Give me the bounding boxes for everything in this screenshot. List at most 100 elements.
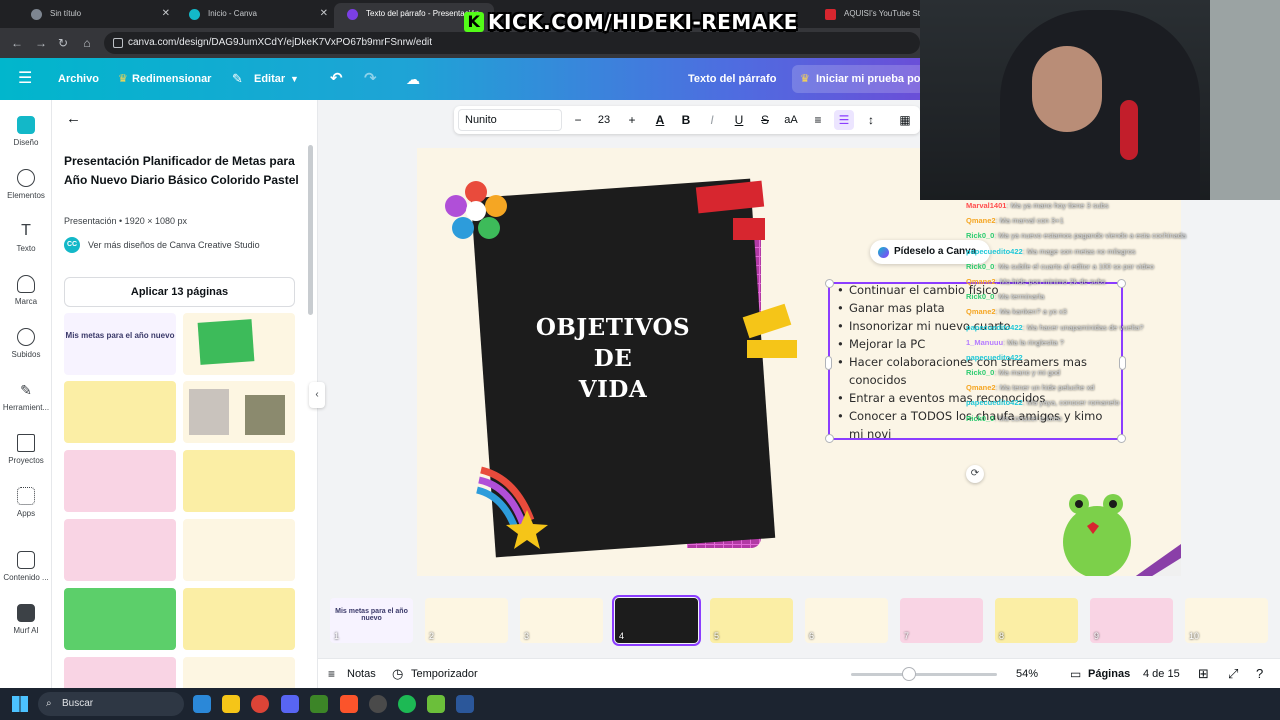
notes-button[interactable]: Notas (347, 659, 376, 689)
strikethrough-icon[interactable]: S (755, 110, 775, 130)
font-selector[interactable]: Nunito (458, 109, 562, 131)
rail-item-text[interactable]: T Texto (0, 222, 52, 268)
edit-menu[interactable]: Editar (254, 58, 285, 100)
chrome-icon[interactable] (251, 695, 269, 713)
template-thumb-1[interactable]: Mis metas para el año nuevo (64, 313, 176, 375)
menu-icon[interactable]: ☰ (18, 58, 32, 100)
spotify-icon[interactable] (398, 695, 416, 713)
slide-title[interactable]: OBJETIVOS DE VIDA (513, 312, 713, 405)
apply-pages-button[interactable]: Aplicar 13 páginas (64, 277, 295, 307)
forward-icon[interactable]: → (32, 34, 50, 52)
bold-icon[interactable]: B (676, 110, 696, 130)
template-thumb-6[interactable] (183, 450, 295, 512)
text-case-icon[interactable]: aA (781, 110, 801, 130)
page-thumbnail-8[interactable]: 8 (995, 598, 1078, 643)
site-info-icon[interactable] (113, 38, 123, 48)
zoom-level[interactable]: 54% (1016, 659, 1038, 689)
taskbar-search[interactable]: ⌕ Buscar (38, 692, 184, 716)
rail-item-elements[interactable]: Elementos (0, 169, 52, 215)
rail-item-uploads[interactable]: Subidos (0, 328, 52, 374)
zoom-slider-knob[interactable] (902, 667, 917, 681)
discord-icon[interactable] (281, 695, 299, 713)
rail-item-tools[interactable]: ✎ Herramient... (0, 381, 52, 427)
minecraft-icon[interactable] (310, 695, 328, 713)
template-thumb-2[interactable] (183, 313, 295, 375)
text-color-icon[interactable]: A (650, 110, 670, 130)
back-icon[interactable]: ← (8, 34, 26, 52)
pages-icon[interactable]: ▭ (1070, 659, 1081, 689)
browser-tab-1[interactable]: Sin título ✕ (18, 3, 178, 28)
rail-item-content[interactable]: Contenido ... (0, 551, 52, 597)
help-icon[interactable]: ? (1256, 659, 1263, 689)
resize-handle[interactable] (825, 356, 832, 370)
italic-icon[interactable]: I (702, 110, 722, 130)
transparency-icon[interactable]: ▦ (895, 110, 915, 130)
cloud-save-icon[interactable]: ☁ (406, 58, 420, 100)
zoom-slider[interactable] (851, 673, 997, 676)
redo-icon[interactable]: ↷ (364, 58, 377, 100)
rail-item-projects[interactable]: Proyectos (0, 434, 52, 480)
template-thumb-7[interactable] (64, 519, 176, 581)
app-icon[interactable] (427, 695, 445, 713)
page-thumbnail-1[interactable]: Mis metas para el año nuevo 1 (330, 598, 413, 643)
template-thumb-9[interactable] (64, 588, 176, 650)
collapse-panel-button[interactable]: ‹ (309, 382, 325, 408)
more-designs-link[interactable]: CC Ver más diseños de Canva Creative Stu… (64, 237, 260, 253)
resize-handle[interactable] (1117, 434, 1126, 443)
underline-icon[interactable]: U (729, 110, 749, 130)
page-thumbnail-3[interactable]: 3 (520, 598, 603, 643)
close-tab-icon[interactable]: ✕ (162, 3, 170, 25)
template-thumb-8[interactable] (183, 519, 295, 581)
document-title[interactable]: Texto del párrafo (688, 58, 776, 100)
font-size-input[interactable]: 23 (594, 110, 614, 130)
back-arrow-icon[interactable]: ← (66, 110, 81, 127)
template-thumb-12[interactable] (183, 657, 295, 688)
windows-start-icon[interactable] (12, 696, 28, 712)
browser-tab-4[interactable]: AQUISI's YouTube Statis (812, 3, 924, 28)
rail-item-apps[interactable]: Apps (0, 487, 52, 533)
rail-item-design[interactable]: Diseño (0, 116, 52, 162)
timer-icon[interactable]: ◷ (392, 659, 403, 689)
template-thumb-4[interactable] (183, 381, 295, 443)
decrease-size-button[interactable]: − (568, 110, 588, 130)
grid-view-icon[interactable]: ⊞ (1198, 659, 1209, 689)
undo-icon[interactable]: ↶ (330, 58, 343, 100)
template-thumb-3[interactable] (64, 381, 176, 443)
page-thumbnail-6[interactable]: 6 (805, 598, 888, 643)
increase-size-button[interactable]: + (622, 110, 642, 130)
reload-icon[interactable]: ↻ (54, 34, 72, 52)
start-trial-button[interactable]: ♛ Iniciar mi prueba por (792, 65, 932, 93)
panel-scrollbar[interactable] (308, 145, 313, 315)
file-menu[interactable]: Archivo (58, 58, 99, 100)
close-tab-icon[interactable]: ✕ (320, 3, 328, 25)
fullscreen-icon[interactable]: ⤢ (1228, 659, 1238, 689)
page-thumbnail-10[interactable]: 10 (1185, 598, 1268, 643)
rail-item-murf[interactable]: Murf AI (0, 604, 52, 650)
rail-item-brand[interactable]: Marca (0, 275, 52, 321)
notes-icon[interactable]: ≡ (328, 659, 335, 689)
resize-handle[interactable] (825, 434, 834, 443)
page-thumbnail-7[interactable]: 7 (900, 598, 983, 643)
rotate-icon[interactable]: ⟳ (966, 465, 984, 483)
template-thumb-5[interactable] (64, 450, 176, 512)
word-icon[interactable] (456, 695, 474, 713)
resize-button[interactable]: Redimensionar (132, 58, 211, 100)
template-thumb-10[interactable] (183, 588, 295, 650)
obs-icon[interactable] (369, 695, 387, 713)
page-thumbnail-2[interactable]: 2 (425, 598, 508, 643)
brave-icon[interactable] (340, 695, 358, 713)
timer-button[interactable]: Temporizador (411, 659, 478, 689)
browser-tab-2[interactable]: Inicio - Canva ✕ (176, 3, 336, 28)
file-explorer-icon[interactable] (222, 695, 240, 713)
bullet-list-icon[interactable]: ☰ (834, 110, 854, 130)
align-left-icon[interactable]: ≡ (808, 110, 828, 130)
home-icon[interactable]: ⌂ (78, 34, 96, 52)
chevron-down-icon[interactable]: ▼ (290, 58, 299, 100)
edge-icon[interactable] (193, 695, 211, 713)
page-thumbnail-9[interactable]: 9 (1090, 598, 1173, 643)
spacing-icon[interactable]: ↕ (861, 110, 881, 130)
page-thumbnail-4[interactable]: 4 (612, 595, 701, 646)
page-thumbnail-5[interactable]: 5 (710, 598, 793, 643)
pages-button[interactable]: Páginas (1088, 659, 1130, 689)
resize-handle[interactable] (825, 279, 834, 288)
